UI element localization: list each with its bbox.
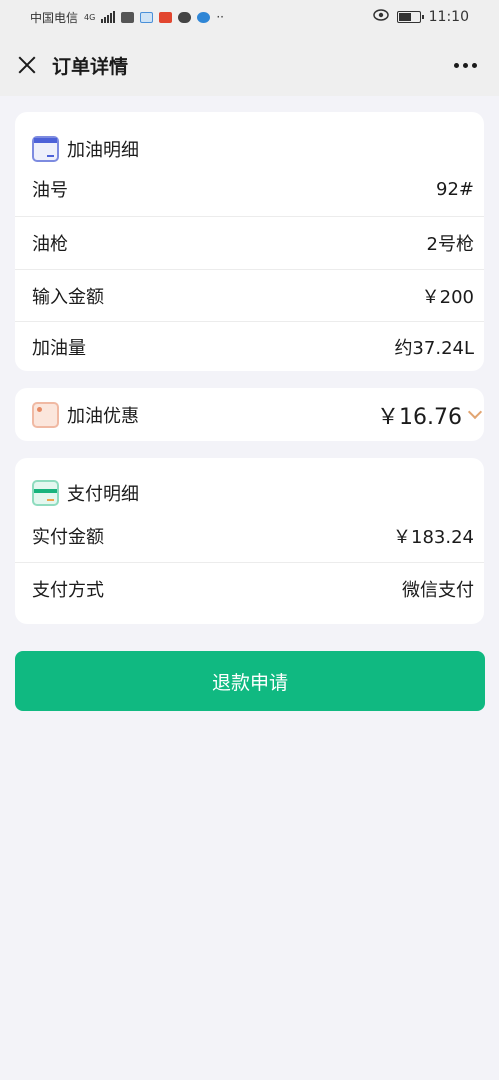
eye-icon — [372, 9, 389, 25]
discount-title: 加油优惠 — [67, 405, 139, 427]
row-value: 微信支付 — [402, 579, 474, 601]
discount-value: ￥16.76 — [377, 404, 462, 430]
row-label: 油号 — [32, 180, 68, 201]
row-value: ￥200 — [421, 286, 474, 308]
wechat-icon — [178, 11, 192, 23]
more-dot-icon — [472, 62, 477, 68]
close-icon[interactable] — [16, 54, 38, 76]
row-value: ￥183.24 — [393, 527, 474, 548]
app-notification-icon — [121, 11, 135, 23]
payment-details-card: 支付明细 实付金额 ￥183.24 支付方式 微信支付 — [15, 458, 484, 624]
page-title: 订单详情 — [52, 55, 129, 78]
row-value: 2号枪 — [426, 234, 474, 255]
row-label: 输入金额 — [32, 286, 104, 308]
detail-row-pump: 油枪 2号枪 — [15, 216, 484, 269]
battery-icon — [396, 11, 424, 23]
row-value: 约37.24L — [394, 337, 474, 359]
detail-row-fuel-grade: 油号 92# — [15, 162, 484, 216]
coupon-icon — [32, 401, 59, 428]
status-bar-left: 中国电信 4G ·· — [30, 9, 224, 26]
chevron-down-icon[interactable] — [467, 404, 483, 420]
signal-icon — [101, 11, 116, 23]
navbar: 订单详情 — [0, 34, 499, 96]
cloud-icon — [140, 11, 154, 23]
detail-row-input-amount: 输入金额 ￥200 — [15, 269, 484, 321]
network-label: 4G — [84, 12, 96, 22]
row-label: 油枪 — [32, 234, 68, 255]
fuel-detail-icon — [32, 136, 59, 162]
more-menu-button[interactable] — [448, 57, 483, 74]
row-value: 92# — [436, 178, 474, 200]
more-dot-icon — [454, 62, 459, 68]
more-notifications-icon: ·· — [216, 10, 224, 24]
detail-row-paid-amount: 实付金额 ￥183.24 — [15, 510, 484, 562]
payment-card-icon — [32, 480, 59, 506]
fuel-details-card: 加油明细 油号 92# 油枪 2号枪 输入金额 ￥200 加油量 约37.24L — [15, 112, 484, 371]
discount-card[interactable]: 加油优惠 ￥16.76 — [15, 388, 484, 441]
detail-row-volume: 加油量 约37.24L — [15, 321, 484, 371]
row-label: 支付方式 — [32, 579, 104, 601]
browser-icon — [197, 11, 211, 23]
status-bar-right: 11:10 — [372, 9, 469, 25]
status-bar: 中国电信 4G ·· 11:10 — [0, 0, 499, 34]
refund-request-button[interactable]: 退款申请 — [15, 651, 485, 711]
row-label: 加油量 — [32, 337, 86, 359]
payment-details-title: 支付明细 — [67, 484, 139, 505]
discount-amount: ￥16.76 — [377, 399, 483, 431]
discount-header[interactable]: 加油优惠 ￥16.76 — [15, 388, 484, 441]
carrier-label: 中国电信 — [30, 10, 79, 25]
detail-row-payment-method: 支付方式 微信支付 — [15, 562, 484, 614]
weibo-icon — [159, 11, 173, 23]
fuel-details-title: 加油明细 — [67, 140, 139, 161]
clock: 11:10 — [428, 9, 469, 25]
row-label: 实付金额 — [32, 527, 104, 548]
more-dot-icon — [463, 62, 468, 68]
